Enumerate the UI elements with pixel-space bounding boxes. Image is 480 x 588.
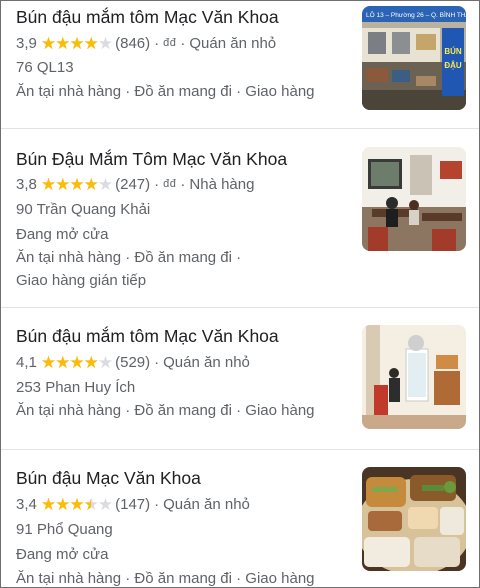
service-options: Ăn tại nhà hàng · Đồ ăn mang đi · Giao h… (16, 402, 315, 419)
rating-row: 4,1 ★ ★ ★ ★ ★ ★ ★ ★ ★ (529) · Quán ăn nhỏ (16, 352, 250, 373)
rating-row: 3,8 ★ ★ ★ ★ ★ ★ ★ ★ ★ (247) · đđ · Nhà hàng (16, 174, 254, 196)
photo-sign-text: ĐẬU (444, 61, 462, 70)
place-address: 76 QL13 (16, 59, 74, 76)
star-icon: ★ (97, 495, 113, 514)
place-photo[interactable]: LÔ 13 – Phường 26 – Q. BÌNH THẠNH BÚN ĐẬ… (362, 6, 466, 110)
star-icon: ★★ (83, 175, 99, 194)
place-name[interactable]: Bún đậu mắm tôm Mạc Văn Khoa (16, 325, 279, 347)
review-count[interactable]: (147) (115, 496, 150, 513)
star-icon: ★ (97, 353, 113, 372)
star-rating: ★★★★★★★★★ (40, 353, 113, 373)
place-address: 90 Trần Quang Khải (16, 201, 151, 218)
star-icon: ★★ (55, 34, 70, 53)
place-photo[interactable] (362, 325, 466, 429)
star-icon: ★ (97, 34, 113, 53)
star-icon: ★★ (69, 175, 84, 194)
star-icon: ★★ (83, 34, 99, 53)
star-icon: ★★ (83, 495, 99, 514)
service-options: Ăn tại nhà hàng · Đồ ăn mang đi · (16, 249, 242, 266)
photo-banner-text: LÔ 13 – Phường 26 – Q. BÌNH THẠNH (366, 10, 466, 19)
open-status: Đang mở cửa (16, 226, 109, 243)
separator-dot: · (180, 176, 186, 193)
service-options: Ăn tại nhà hàng · Đồ ăn mang đi · Giao h… (16, 570, 315, 587)
star-icon: ★★ (40, 495, 56, 514)
rating-value: 3,4 (16, 496, 37, 513)
star-rating: ★★★★★★★★★ (40, 34, 113, 54)
place-photo[interactable] (362, 467, 466, 571)
result-card-2[interactable]: Bún Đậu Mắm Tôm Mạc Văn Khoa 3,8 ★ ★ ★ ★ ★ ★ ★ ★… (1, 128, 479, 308)
separator-dot: · (154, 176, 160, 193)
place-category: Quán ăn nhỏ (163, 496, 250, 513)
place-name[interactable]: Bún đậu mắm tôm Mạc Văn Khoa (16, 6, 279, 28)
star-icon: ★★ (40, 34, 56, 53)
price-level: đđ (163, 178, 177, 190)
star-icon: ★★ (40, 175, 56, 194)
star-icon: ★★ (55, 353, 70, 372)
photo-sign-text: BÚN (444, 47, 462, 56)
place-name[interactable]: Bún đậu Mạc Văn Khoa (16, 467, 201, 489)
result-card-4[interactable]: Bún đậu Mạc Văn Khoa 3,4★★★★★★★★★(147)·Q… (1, 449, 479, 587)
place-address: 253 Phan Huy Ích (16, 379, 136, 396)
search-results-list: Bún đậu mắm tôm Mạc Văn Khoa 3,9 ★ ★ ★ ★ ★ ★ ★ ★… (0, 0, 480, 588)
rating-value: 3,8 (16, 176, 37, 193)
rating-value: 3,9 (16, 35, 37, 52)
rating-value: 4,1 (16, 354, 37, 371)
separator-dot: · (154, 496, 160, 513)
star-rating: ★★★★★★★★★ (40, 495, 113, 515)
rating-row: 3,9 ★ ★ ★ ★ ★ ★ ★ ★ ★ (846) · đđ · Quán ăn nhỏ (16, 33, 276, 55)
star-rating: ★★★★★★★★★ (40, 175, 113, 195)
service-options-continued: Giao hàng gián tiếp (16, 272, 147, 289)
place-address: 91 Phổ Quang (16, 521, 113, 538)
star-icon: ★★ (55, 175, 70, 194)
review-count[interactable]: (247) (115, 176, 150, 193)
rating-row: 3,4★★★★★★★★★(147)·Quán ăn nhỏ (16, 494, 250, 515)
place-category: Quán ăn nhỏ (163, 354, 250, 371)
open-status: Đang mở cửa (16, 546, 109, 563)
star-icon: ★★ (69, 495, 84, 514)
place-category: Quán ăn nhỏ (189, 35, 277, 52)
place-name[interactable]: Bún Đậu Mắm Tôm Mạc Văn Khoa (16, 148, 287, 170)
separator-dot: · (180, 35, 186, 52)
review-count[interactable]: (529) (115, 354, 150, 371)
star-icon: ★ (97, 175, 113, 194)
price-level: đđ (163, 37, 177, 49)
star-icon: ★★ (55, 495, 70, 514)
star-icon: ★★ (83, 353, 99, 372)
separator-dot: · (154, 354, 160, 371)
place-photo[interactable] (362, 147, 466, 251)
separator-dot: · (154, 35, 160, 52)
result-card-3[interactable]: Bún đậu mắm tôm Mạc Văn Khoa 4,1 ★ ★ ★ ★ ★ ★ ★ ★… (1, 307, 479, 450)
star-icon: ★★ (40, 353, 56, 372)
result-card-1[interactable]: Bún đậu mắm tôm Mạc Văn Khoa 3,9 ★ ★ ★ ★ ★ ★ ★ ★… (1, 1, 479, 129)
star-icon: ★★ (69, 353, 84, 372)
star-icon: ★★ (69, 34, 84, 53)
service-options: Ăn tại nhà hàng · Đồ ăn mang đi · Giao h… (16, 83, 315, 100)
place-category: Nhà hàng (189, 176, 255, 193)
review-count[interactable]: (846) (115, 35, 150, 52)
